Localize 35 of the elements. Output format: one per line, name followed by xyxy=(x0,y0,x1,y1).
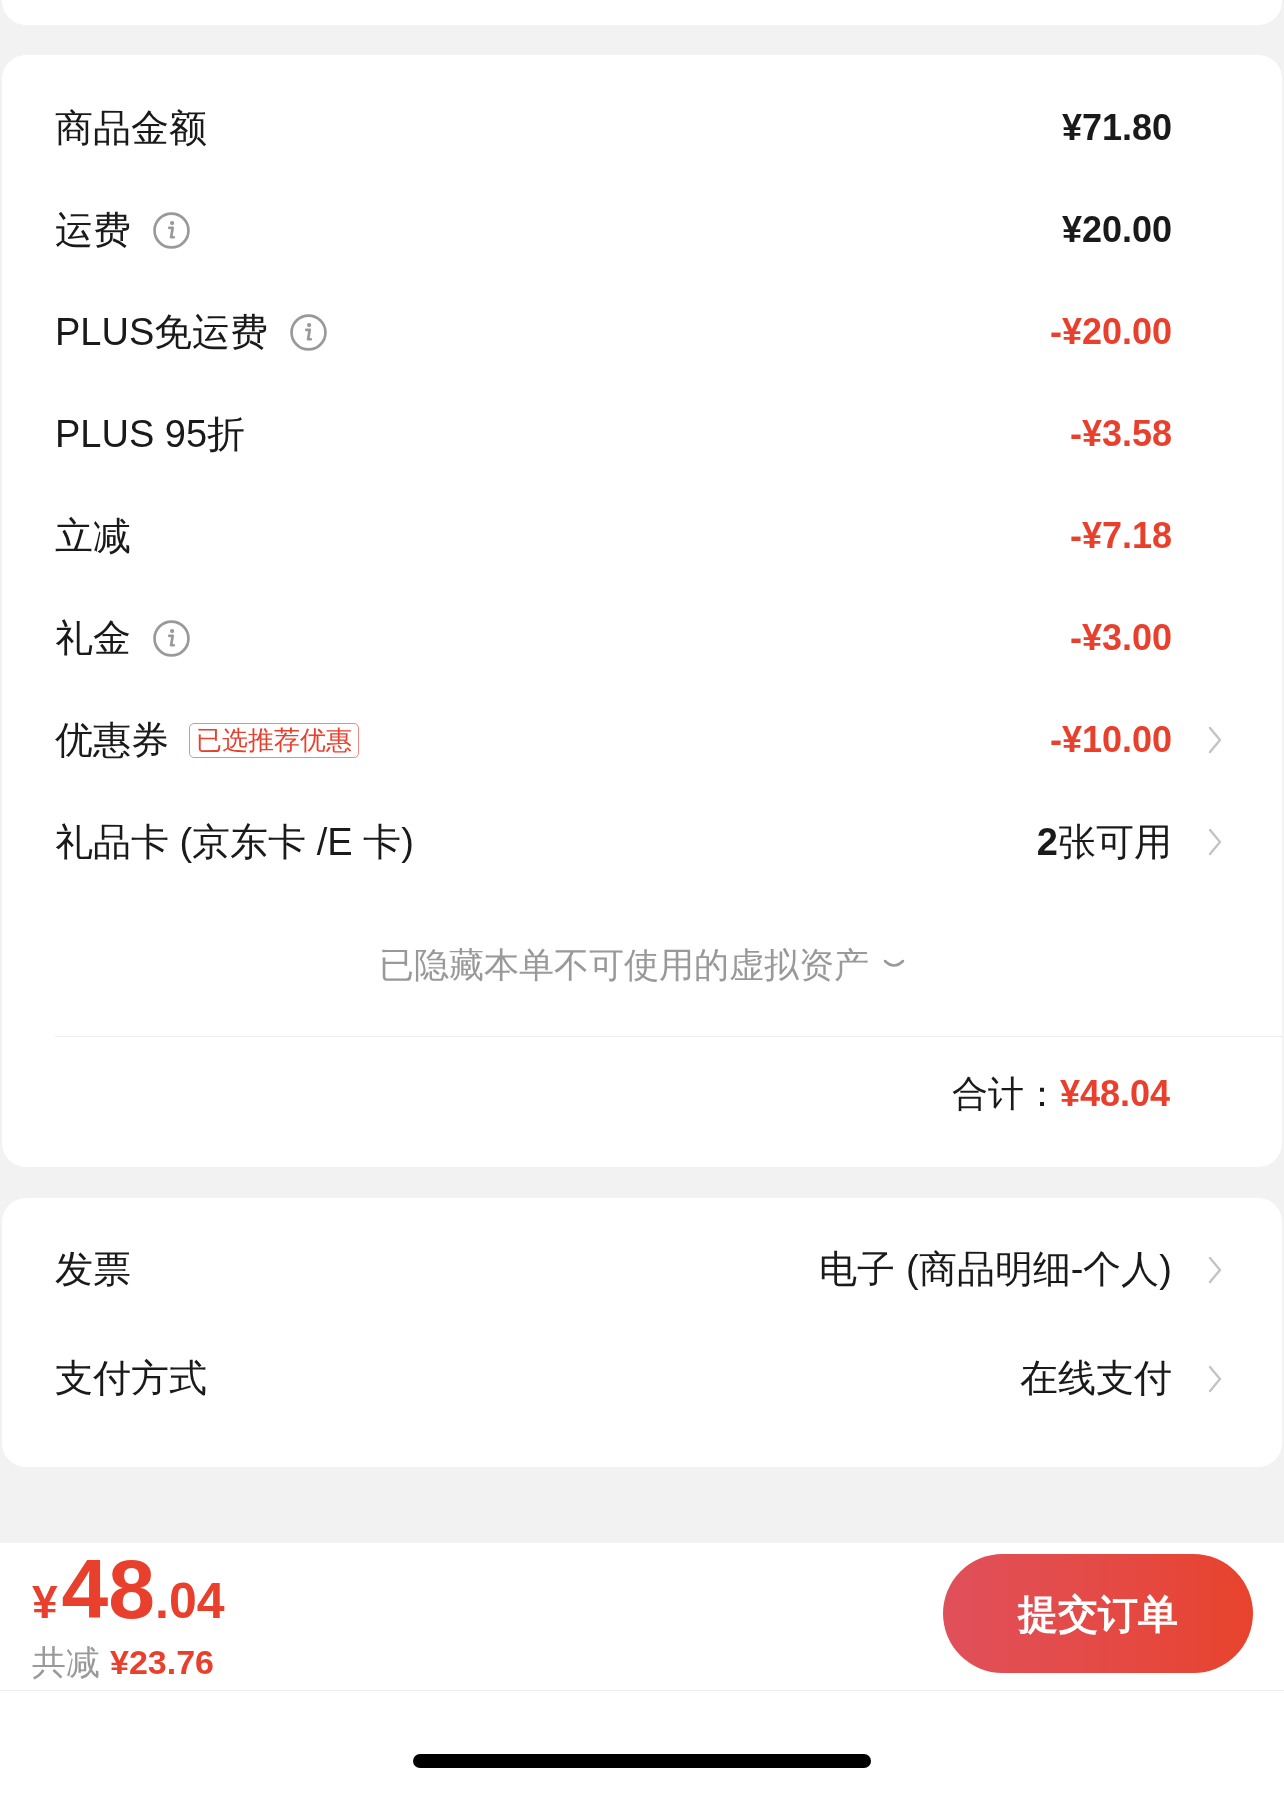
recommended-coupon-tag: 已选推荐优惠 xyxy=(189,722,359,758)
row-label: 礼金 xyxy=(55,615,131,661)
submit-order-button[interactable]: 提交订单 xyxy=(943,1554,1253,1673)
chevron-right-icon[interactable] xyxy=(1208,1364,1222,1393)
total-label: 合计： xyxy=(951,1072,1060,1116)
row-label: 礼品卡 (京东卡 /E 卡) xyxy=(55,819,414,865)
row-label: 运费 xyxy=(55,207,131,253)
row-label: 发票 xyxy=(55,1247,131,1292)
savings-label: 共减 xyxy=(32,1645,100,1679)
row-label: PLUS 95折 xyxy=(55,411,246,457)
total-price: ¥48.04 xyxy=(32,1547,225,1631)
total-amount: ¥48.04 xyxy=(1059,1072,1170,1116)
savings-amount: ¥23.76 xyxy=(110,1645,214,1679)
info-icon[interactable] xyxy=(153,211,190,249)
option-value: 电子 (商品明细-个人) xyxy=(819,1247,1172,1292)
amount-value: ¥20.00 xyxy=(1061,208,1172,252)
discount-value: -¥20.00 xyxy=(1049,310,1172,354)
option-value: 在线支付 xyxy=(1020,1356,1172,1401)
row-label: PLUS免运费 xyxy=(55,309,269,355)
amount-value: ¥71.80 xyxy=(1061,106,1172,150)
option-value: 2张可用 xyxy=(1036,819,1172,865)
discount-value: -¥10.00 xyxy=(1049,718,1172,762)
discount-value: -¥3.58 xyxy=(1069,412,1172,456)
chevron-right-icon[interactable] xyxy=(1208,726,1222,754)
chevron-right-icon[interactable] xyxy=(1208,1255,1222,1284)
discount-value: -¥7.18 xyxy=(1069,514,1172,558)
row-label: 优惠券 xyxy=(55,717,169,763)
hidden-assets-toggle[interactable]: 已隐藏本单不可使用的虚拟资产 xyxy=(379,938,905,992)
info-icon[interactable] xyxy=(290,313,328,351)
discount-value: -¥3.00 xyxy=(1069,616,1172,660)
info-icon[interactable] xyxy=(153,619,190,657)
chevron-right-icon[interactable] xyxy=(1208,828,1222,856)
row-label: 支付方式 xyxy=(55,1356,207,1401)
row-label: 商品金额 xyxy=(55,105,207,151)
row-label: 立减 xyxy=(55,513,131,559)
